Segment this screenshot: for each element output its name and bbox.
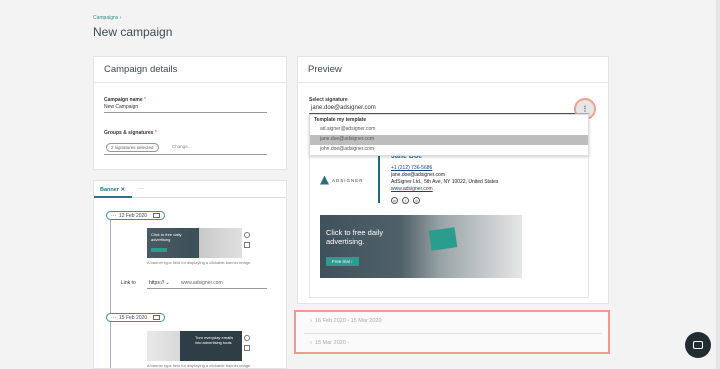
free-trial-button[interactable]: Free trial › — [326, 257, 359, 266]
signature-address: AdSigner Ltd., 5th Ave, NY 10022, United… — [391, 179, 499, 185]
dropdown-option-selected[interactable]: jane.doe@adsigner.com — [310, 135, 588, 145]
preview-heading: Preview — [298, 57, 608, 83]
signature-divider — [378, 153, 380, 203]
select-signature-label: Select signature — [309, 97, 348, 103]
scrollbar[interactable] — [716, 0, 720, 369]
banner-thumbnail-2[interactable]: Turn everyday emails into advertising to… — [147, 331, 242, 361]
dropdown-option[interactable]: ad.signer@adsigner.com — [310, 125, 588, 135]
campaign-details-card: Campaign details Campaign name * New Cam… — [93, 56, 287, 170]
calendar-icon — [153, 315, 161, 320]
signature-email[interactable]: jane.doe@adsigner.com — [391, 172, 445, 178]
link-url-input[interactable]: www.adsigner.com — [181, 280, 223, 286]
banner-thumbnail-1[interactable]: Click to free daily advertising — [147, 228, 242, 258]
dropdown-group-header: Template my template — [314, 117, 367, 123]
banner-thumbnail-text: Turn everyday emails into advertising to… — [195, 335, 234, 345]
banner-thumbnail-text: Click to free daily advertising — [151, 232, 182, 242]
signature-phone[interactable]: +1 (212) 736-5686 — [391, 165, 432, 171]
social-icons: in f ◎ — [391, 197, 420, 204]
change-link[interactable]: Change... — [172, 144, 192, 149]
linkedin-icon[interactable]: in — [391, 197, 398, 204]
logo-mark-icon — [320, 175, 329, 185]
dots-icon: ··· — [111, 212, 116, 219]
date-range-row[interactable]: › 16 Feb 2020 - 15 Mar 2020 — [310, 318, 382, 324]
date-range-row[interactable]: › 15 Mar 2020 - — [310, 340, 349, 346]
calendar-icon — [153, 213, 161, 218]
banner-tabs: Banner ✕ ··· — [94, 181, 286, 198]
accordion-divider — [304, 333, 602, 334]
signature-preview: ADSIGNER Jane Doe +1 (212) 736-5686 jane… — [309, 142, 589, 298]
date-label: 15 Feb 2020 — [119, 314, 148, 321]
date-pill-2[interactable]: ··· 15 Feb 2020 — [106, 313, 166, 322]
banner-card: Banner ✕ ··· ··· 12 Feb 2020 Click to fr… — [93, 180, 287, 369]
campaign-name-label: Campaign name * — [104, 97, 146, 103]
remove-icon[interactable] — [244, 232, 250, 238]
tab-banner[interactable]: Banner ✕ — [100, 187, 125, 193]
edit-icon[interactable] — [244, 345, 250, 351]
date-range-accordion: › 16 Feb 2020 - 15 Mar 2020 › 15 Mar 202… — [294, 310, 610, 354]
chat-icon — [693, 341, 703, 349]
tab-active-indicator — [94, 196, 132, 198]
signature-banner[interactable]: Click to free daily advertising. Free tr… — [320, 215, 522, 278]
dots-icon: ··· — [111, 314, 116, 321]
banner-thumbnail-button — [151, 248, 167, 252]
timeline-line — [110, 219, 111, 368]
groups-field-underline — [104, 154, 267, 155]
signature-website[interactable]: www.adsigner.com — [391, 186, 433, 192]
select-signature-input[interactable]: jane.doe@adsigner.com — [311, 105, 376, 111]
edit-icon[interactable] — [244, 242, 250, 248]
date-pill-1[interactable]: ··· 12 Feb 2020 — [106, 211, 166, 220]
preview-card: Preview Select signature jane.doe@adsign… — [297, 56, 609, 304]
chat-launcher-button[interactable] — [685, 332, 711, 358]
groups-signatures-label: Groups & signatures * — [104, 130, 157, 136]
signature-dropdown: Template my template ad.signer@adsigner.… — [309, 114, 589, 156]
banner-caption-2: A banner type field for displaying a cli… — [147, 363, 252, 368]
page-title: New campaign — [93, 25, 173, 39]
link-to-label: Link to — [121, 280, 136, 286]
adsigner-logo: ADSIGNER — [320, 173, 368, 187]
facebook-icon[interactable]: f — [402, 197, 409, 204]
link-underline — [147, 288, 267, 289]
more-tabs-button[interactable]: ··· — [138, 186, 144, 192]
remove-icon[interactable] — [244, 335, 250, 341]
banner-caption-1: A banner type field for displaying a cli… — [147, 260, 252, 265]
protocol-select[interactable]: https:// ⌄ — [149, 280, 170, 286]
date-label: 12 Feb 2020 — [119, 212, 148, 219]
campaign-details-heading: Campaign details — [94, 57, 286, 83]
instagram-icon[interactable]: ◎ — [413, 197, 420, 204]
envelope-icon — [428, 227, 458, 251]
campaign-name-input[interactable]: New Campaign — [104, 104, 267, 113]
breadcrumb[interactable]: Campaigns › — [93, 15, 121, 21]
signatures-selected-chip[interactable]: 2 signatures selected — [106, 143, 159, 152]
dropdown-option[interactable]: john.doe@adsigner.com — [310, 145, 588, 155]
banner-headline: Click to free daily advertising. — [326, 228, 384, 246]
